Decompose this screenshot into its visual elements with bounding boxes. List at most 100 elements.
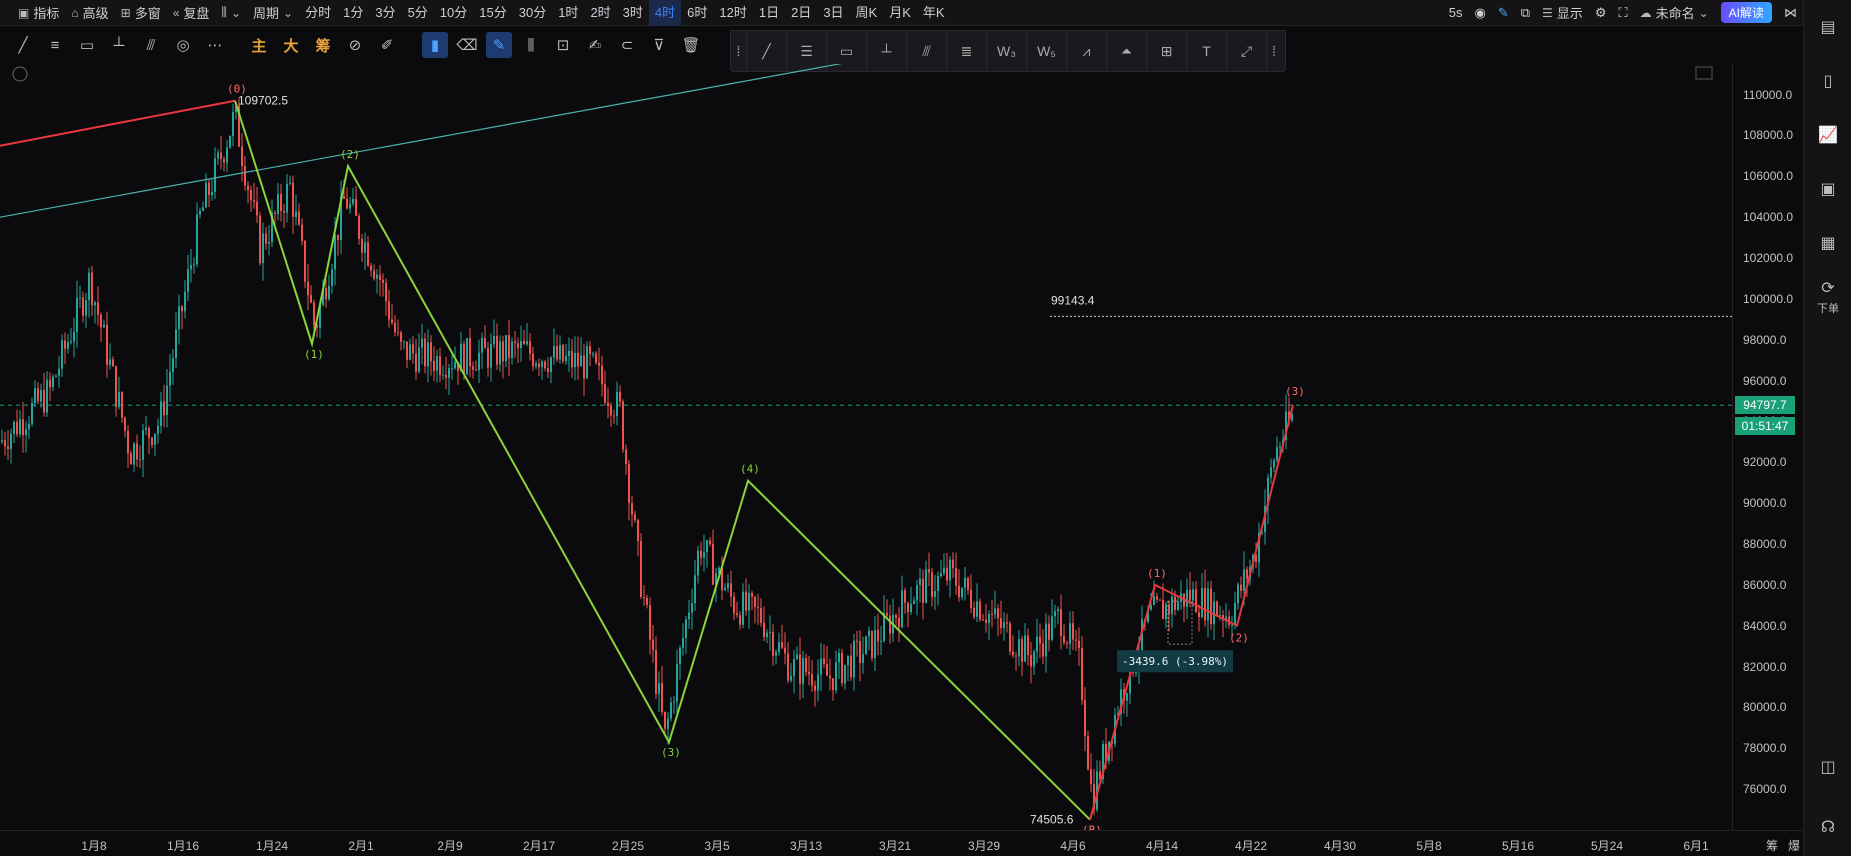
replay-button[interactable]: «复盘 [167,0,216,26]
bookmark-icon[interactable]: ▮ [422,32,448,58]
eraser-icon[interactable]: ⌫ [454,32,480,58]
trend-line-icon[interactable]: ╱ [10,32,36,58]
period-13[interactable]: 1日 [753,0,785,26]
candle-body [1216,601,1218,616]
layout-menu[interactable]: ☁ 未命名 ⌄ [1634,0,1715,26]
spiral-icon[interactable]: ◎ [170,32,196,58]
period-9[interactable]: 3时 [617,0,649,26]
candle-body [580,355,582,367]
period-2[interactable]: 3分 [369,0,401,26]
period-7[interactable]: 1时 [552,0,584,26]
calendar-icon[interactable]: ▦ [1804,216,1851,270]
candle-body [199,210,201,215]
horizontal-lines-icon[interactable]: ≡ [42,32,68,58]
chart-growth-icon[interactable]: 📈 [1804,108,1851,162]
candle-body [328,285,330,300]
period-6[interactable]: 30分 [513,0,552,26]
pen-icon[interactable]: ✎ [1492,0,1515,26]
time-axis-tool[interactable]: 爆 [1788,837,1800,854]
period-8[interactable]: 2时 [584,0,616,26]
period-5[interactable]: 15分 [473,0,512,26]
candle-body [703,552,705,558]
filter-icon[interactable]: ⊽ [646,32,672,58]
lock-icon[interactable]: ⊡ [550,32,576,58]
candle-body [145,427,147,431]
candle-body [700,550,702,558]
candle-body [1165,604,1167,620]
candle-body [403,341,405,343]
candles-icon[interactable]: ⫼ [518,32,544,58]
draw-pen-icon[interactable]: ✎ [486,32,512,58]
period-menu[interactable]: 周期 ⌄ [247,0,299,26]
candle-body [229,135,231,148]
settings-icon[interactable]: ⚙ [1589,0,1613,26]
ai-button[interactable]: AI解读 [1720,2,1772,23]
candle-body [613,415,615,417]
candle-body [940,573,942,577]
camera-icon[interactable]: ◉ [1468,0,1491,26]
period-16[interactable]: 周K [850,0,884,26]
message-icon[interactable]: ▣ [1804,162,1851,216]
display-button[interactable]: ☰ 显示 [1536,0,1589,26]
candle-body [232,112,234,136]
headset-icon[interactable]: ☊ [1804,800,1851,854]
fib-icon[interactable]: ⫻ [138,32,164,58]
period-12[interactable]: 12时 [713,0,752,26]
period-14[interactable]: 2日 [785,0,817,26]
magnet-icon[interactable]: ⊘ [342,32,368,58]
period-1[interactable]: 1分 [337,0,369,26]
ruler-icon[interactable]: ┴ [106,32,132,58]
period-4[interactable]: 10分 [434,0,473,26]
candle-body [1087,736,1089,770]
share-icon[interactable]: ⋈ [1778,0,1803,26]
candle-body [736,613,738,616]
price-chart[interactable]: 99143.4(1)(2)(3)(4)(0)(1)(2)(3)(B)109702… [0,64,1732,830]
advanced-button[interactable]: ⌂ 高级 [65,0,114,26]
candle-body [874,629,876,659]
candle-body [1030,655,1032,667]
bookmark-icon[interactable]: ▯ [1804,54,1851,108]
multi-window-button[interactable]: ⊞ 多窗 [115,0,167,26]
period-15[interactable]: 3日 [817,0,849,26]
tool-big[interactable]: 大 [278,32,304,58]
edit-icon[interactable]: ✍ [582,32,608,58]
candle-body [979,601,981,620]
period-18[interactable]: 年K [917,0,951,26]
chart-type-button[interactable]: ⫼ ⌄ [215,0,247,26]
candle-body [1162,600,1164,620]
candle-body [370,265,372,271]
more-icon[interactable]: ⋯ [202,32,228,58]
share-window-icon[interactable]: ⧉ [1515,0,1536,26]
candle-body [1195,589,1197,613]
magnet2-icon[interactable]: ⊂ [614,32,640,58]
price-axis[interactable]: 110000.0 108000.0 106000.0 104000.0 102000.0… [1732,64,1803,830]
period-11[interactable]: 6时 [681,0,713,26]
candle-body [181,306,183,312]
candle-body [511,341,513,359]
order-button[interactable]: ⟳ 下单 [1804,270,1851,324]
period-3[interactable]: 5分 [402,0,434,26]
tool-main[interactable]: 主 [246,32,272,58]
trash-icon[interactable]: 🗑 [678,32,704,58]
layout-icon[interactable]: ◫ [1804,740,1851,794]
candle-body [766,632,768,637]
document-icon[interactable]: ▤ [1804,0,1851,54]
tool-chips[interactable]: 筹 [310,32,336,58]
time-axis[interactable]: 1月8 1月16 1月24 2月1 2月9 2月17 2月25 3月5 3月13 3月21 3月29… [0,830,1803,856]
time-axis-tool[interactable]: 筹 [1766,837,1778,854]
period-17[interactable]: 月K [883,0,917,26]
indicators-button[interactable]: ▣ 指标 [12,0,65,26]
rectangle-icon[interactable]: ▭ [74,32,100,58]
time-tick: 6月1 [1683,839,1709,853]
candle-body [385,282,387,302]
candle-body [808,672,810,675]
price-tick: 82000.0 [1743,659,1787,674]
refresh-interval[interactable]: 5s [1443,0,1469,26]
period-10[interactable]: 4时 [648,0,682,26]
brush-icon[interactable]: ✐ [374,32,400,58]
candle-body [934,591,936,597]
fullscreen-icon[interactable]: ⛶ [1612,0,1633,26]
period-0[interactable]: 分时 [299,0,337,26]
candle-body [184,291,186,312]
candle-body [811,674,813,686]
